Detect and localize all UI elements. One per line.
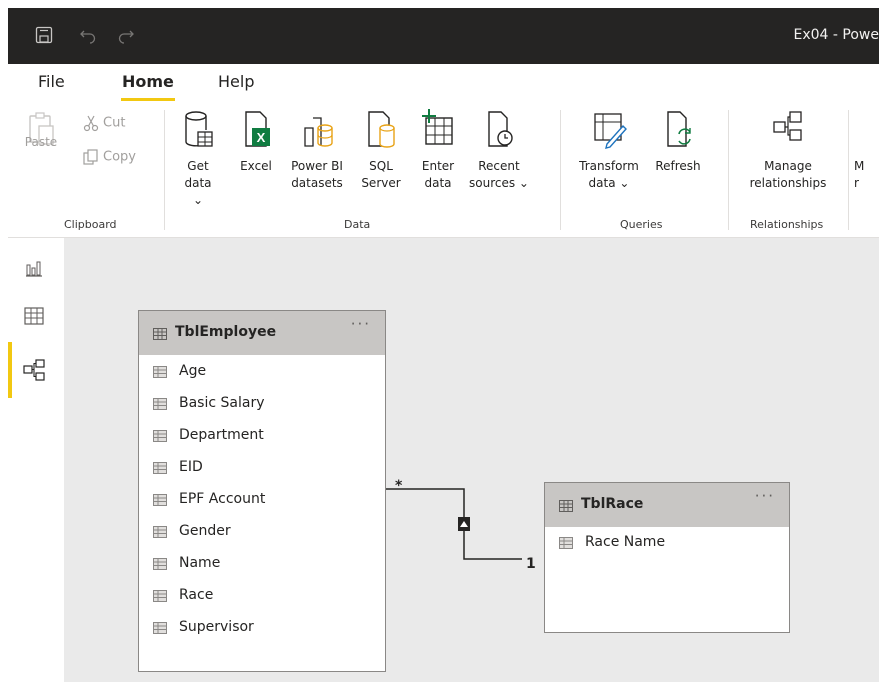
- undo-icon[interactable]: [78, 25, 98, 45]
- sql-server-icon: [363, 108, 399, 152]
- cross-filter-direction-icon: [458, 517, 470, 531]
- field-name: Name: [179, 555, 221, 571]
- copy-button[interactable]: Copy: [82, 148, 136, 166]
- column-icon: [153, 494, 167, 506]
- column-icon: [153, 590, 167, 602]
- field-row[interactable]: Basic Salary: [139, 388, 385, 420]
- window-title: Ex04 - Powe: [793, 27, 879, 43]
- field-name: EID: [179, 459, 203, 475]
- enter-data-label: Enter data: [421, 159, 455, 190]
- many-cardinality-label: *: [395, 478, 403, 494]
- table-icon: [153, 328, 167, 340]
- report-view-icon[interactable]: [22, 256, 46, 280]
- refresh-label: Refresh: [655, 159, 701, 173]
- relationships-icon: [770, 108, 806, 152]
- one-cardinality-label: 1: [526, 556, 536, 572]
- copy-label: Copy: [103, 149, 136, 165]
- data-view-icon[interactable]: [22, 304, 46, 328]
- field-row[interactable]: Supervisor: [139, 612, 385, 644]
- column-icon: [153, 526, 167, 538]
- column-icon: [153, 398, 167, 410]
- queries-group-label: Queries: [620, 218, 663, 231]
- group-divider: [560, 110, 561, 230]
- datasets-icon: [299, 108, 335, 152]
- field-name: EPF Account: [179, 491, 266, 507]
- title-bar: Ex04 - Powe: [8, 8, 879, 64]
- recent-sources-label: Recent sources ⌄: [469, 159, 529, 190]
- field-row[interactable]: Race Name: [545, 527, 789, 559]
- data-group-label: Data: [344, 218, 371, 231]
- sql-server-label: SQL Server: [361, 159, 401, 190]
- field-list: Race Name: [545, 527, 789, 559]
- table-name: TblRace: [581, 496, 644, 512]
- refresh-icon: [660, 108, 696, 152]
- field-name: Race: [179, 587, 214, 603]
- manage-relationships-label: Manage relationships: [749, 159, 827, 190]
- svg-text:X: X: [257, 130, 266, 145]
- table-card-tblemployee[interactable]: TblEmployee ··· Age Basic Salary Departmen…: [138, 310, 386, 672]
- table-name: TblEmployee: [175, 324, 277, 340]
- ribbon: Paste Cut Copy Clipboard Get data ⌄ X Ex…: [8, 104, 879, 238]
- active-view-indicator: [8, 342, 12, 398]
- field-row[interactable]: Age: [139, 356, 385, 388]
- column-icon: [153, 430, 167, 442]
- field-row[interactable]: EID: [139, 452, 385, 484]
- database-icon: [180, 108, 216, 152]
- table-card-header[interactable]: TblRace ···: [545, 483, 789, 527]
- table-icon: [559, 500, 573, 512]
- cut-button[interactable]: Cut: [82, 114, 125, 132]
- clipboard-group-label: Clipboard: [64, 218, 117, 231]
- model-view-icon[interactable]: [22, 358, 46, 382]
- save-icon[interactable]: [34, 25, 54, 45]
- power-bi-datasets-label: Power BI datasets: [291, 159, 343, 190]
- tab-file[interactable]: File: [38, 72, 65, 91]
- tab-home[interactable]: Home: [122, 72, 174, 91]
- clock-icon: [481, 108, 517, 152]
- field-row[interactable]: Name: [139, 548, 385, 580]
- column-icon: [153, 622, 167, 634]
- field-name: Basic Salary: [179, 395, 265, 411]
- table-card-tblrace[interactable]: TblRace ··· Race Name: [544, 482, 790, 633]
- group-divider: [728, 110, 729, 230]
- redo-icon[interactable]: [116, 25, 136, 45]
- excel-icon: X: [238, 108, 274, 152]
- excel-label: Excel: [240, 159, 272, 173]
- get-data-label: Get data ⌄: [184, 159, 212, 207]
- field-row[interactable]: Gender: [139, 516, 385, 548]
- field-name: Race Name: [585, 534, 666, 550]
- transform-data-label: Transform data ⌄: [579, 159, 639, 190]
- column-icon: [153, 366, 167, 378]
- copy-icon: [83, 149, 98, 165]
- enter-data-table-icon: [420, 108, 456, 152]
- column-icon: [153, 462, 167, 474]
- column-icon: [153, 558, 167, 570]
- table-card-header[interactable]: TblEmployee ···: [139, 311, 385, 355]
- field-row[interactable]: Department: [139, 420, 385, 452]
- ribbon-tabs: File Home Help: [8, 64, 879, 104]
- field-list: Age Basic Salary Department EID EPF Account G…: [139, 355, 385, 644]
- field-name: Age: [179, 363, 207, 379]
- cut-label: Cut: [103, 115, 126, 131]
- field-row[interactable]: Race: [139, 580, 385, 612]
- relationships-group-label: Relationships: [750, 218, 824, 231]
- more-options-icon[interactable]: ···: [351, 315, 371, 333]
- group-divider: [848, 110, 849, 230]
- model-canvas[interactable]: * 1 TblEmployee ··· Age Basic Salary Depar…: [64, 238, 879, 682]
- field-name: Gender: [179, 523, 231, 539]
- field-name: Supervisor: [179, 619, 254, 635]
- group-divider: [164, 110, 165, 230]
- field-row[interactable]: EPF Account: [139, 484, 385, 516]
- view-switcher-rail: [8, 238, 64, 682]
- column-icon: [559, 537, 573, 549]
- ribbon-cutoff-label: M r: [854, 159, 865, 190]
- tab-help[interactable]: Help: [218, 72, 254, 91]
- scissors-icon: [83, 115, 99, 132]
- transform-data-icon: [591, 108, 627, 152]
- paste-label: Paste: [24, 135, 58, 149]
- field-name: Department: [179, 427, 264, 443]
- active-tab-indicator: [121, 98, 175, 101]
- more-options-icon[interactable]: ···: [755, 487, 775, 505]
